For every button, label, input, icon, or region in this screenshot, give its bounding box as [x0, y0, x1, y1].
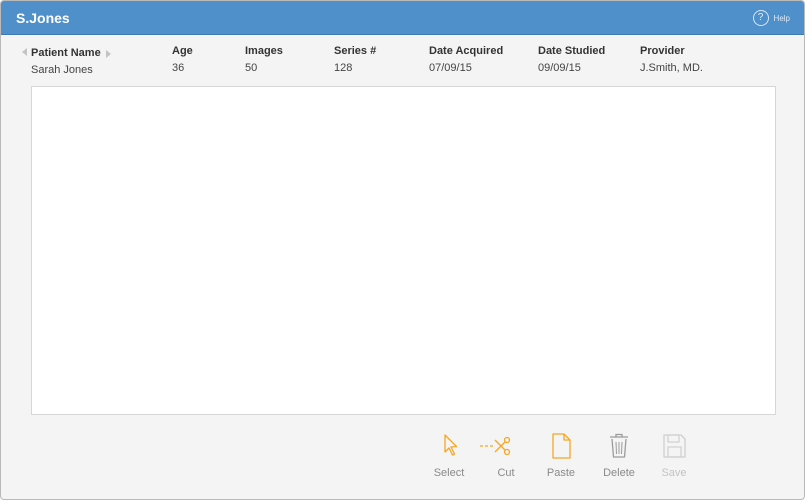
app-window: S.Jones ? Help Patient Name Sarah Jones … — [0, 0, 805, 500]
scroll-left-arrow-icon[interactable] — [22, 48, 27, 56]
page-icon — [552, 433, 571, 459]
select-label: Select — [433, 467, 465, 479]
header-age[interactable]: Age — [172, 43, 193, 60]
column-date-studied: Date Studied 09/09/15 — [538, 43, 605, 76]
cut-label: Cut — [497, 467, 515, 479]
floppy-disk-icon — [663, 434, 686, 458]
column-series: Series # 128 — [334, 43, 376, 76]
column-age: Age 36 — [172, 43, 193, 76]
cut-button[interactable]: Cut — [480, 431, 531, 487]
header-patient-name-label: Patient Name — [31, 47, 101, 59]
header-date-acquired[interactable]: Date Acquired — [429, 43, 503, 60]
paste-label: Paste — [546, 467, 576, 479]
value-provider: J.Smith, MD. — [640, 62, 703, 74]
title-bar: S.Jones ? Help — [1, 1, 804, 35]
help-label: Help — [773, 13, 790, 23]
save-button[interactable]: Save — [649, 431, 699, 487]
value-patient-name: Sarah Jones — [31, 64, 93, 76]
patient-info-table: Patient Name Sarah Jones Age 36 Images 5… — [1, 43, 804, 79]
column-provider: Provider J.Smith, MD. — [640, 43, 703, 76]
header-images[interactable]: Images — [245, 43, 283, 60]
help-icon: ? — [752, 10, 769, 26]
delete-label: Delete — [603, 467, 635, 479]
value-series: 128 — [334, 62, 353, 74]
column-patient-name: Patient Name Sarah Jones — [22, 43, 111, 78]
cursor-arrow-icon — [444, 434, 458, 456]
header-provider[interactable]: Provider — [640, 43, 703, 60]
header-patient-name[interactable]: Patient Name — [31, 45, 111, 62]
column-images: Images 50 — [245, 43, 283, 76]
value-age: 36 — [172, 62, 185, 74]
scroll-right-arrow-icon[interactable] — [105, 50, 111, 58]
save-label: Save — [661, 467, 687, 479]
delete-button[interactable]: Delete — [594, 431, 644, 487]
scissors-icon — [480, 436, 511, 456]
image-viewer-canvas[interactable] — [31, 86, 776, 415]
paste-button[interactable]: Paste — [536, 431, 586, 487]
window-title: S.Jones — [16, 10, 70, 26]
trash-icon — [610, 433, 628, 458]
value-date-acquired: 07/09/15 — [429, 62, 472, 74]
header-date-studied[interactable]: Date Studied — [538, 43, 605, 60]
value-images: 50 — [245, 62, 258, 74]
column-date-acquired: Date Acquired 07/09/15 — [429, 43, 503, 76]
value-date-studied: 09/09/15 — [538, 62, 581, 74]
header-series[interactable]: Series # — [334, 43, 376, 60]
help-button[interactable]: ? Help — [752, 10, 790, 26]
select-button[interactable]: Select — [424, 431, 474, 487]
